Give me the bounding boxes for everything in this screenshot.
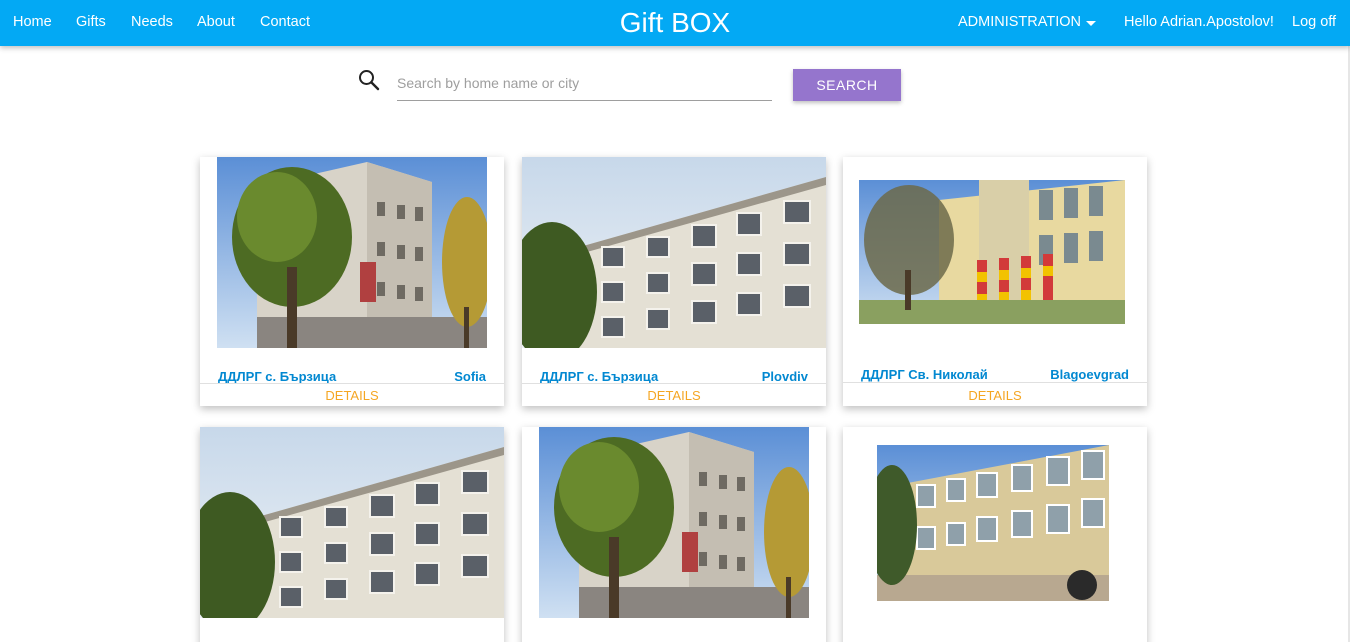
card-divider [522,383,826,384]
home-photo [200,427,504,618]
card-divider [200,383,504,384]
details-link[interactable]: DETAILS [200,388,504,403]
home-card: ДДЛРГ с. Бързица Sofia DETAILS [200,157,504,406]
top-navbar: Home Gifts Needs About Contact Gift BOX … [0,0,1350,46]
logoff-link[interactable]: Log off [1292,14,1336,30]
home-card [843,427,1147,642]
search-icon [359,70,380,91]
home-city: Blagoevgrad [1050,367,1129,382]
home-card: ДДЛРГ Св. Николай Blagoevgrad DETAILS [843,157,1147,406]
home-name[interactable]: ДДЛРГ с. Бързица [218,369,336,384]
home-name[interactable]: ДДЛРГ с. Бързица [540,369,658,384]
search-input[interactable] [397,66,772,101]
home-photo [539,427,809,618]
chevron-down-icon[interactable] [1086,21,1096,26]
home-photo [522,157,826,348]
home-city: Sofia [454,369,486,384]
home-city: Plovdiv [761,369,808,384]
home-photo [859,180,1125,324]
home-card [522,427,826,642]
home-card [200,427,504,642]
administration-dropdown[interactable]: ADMINISTRATION [958,14,1081,30]
search-button[interactable]: SEARCH [793,69,901,101]
home-name[interactable]: ДДЛРГ Св. Николай [861,367,988,382]
user-greeting-link[interactable]: Hello Adrian.Apostolov! [1124,14,1274,30]
card-divider [843,382,1147,383]
home-card: ДДЛРГ с. Бързица Plovdiv DETAILS [522,157,826,406]
home-photo [217,157,487,348]
home-photo [877,445,1109,601]
details-link[interactable]: DETAILS [843,388,1147,403]
details-link[interactable]: DETAILS [522,388,826,403]
